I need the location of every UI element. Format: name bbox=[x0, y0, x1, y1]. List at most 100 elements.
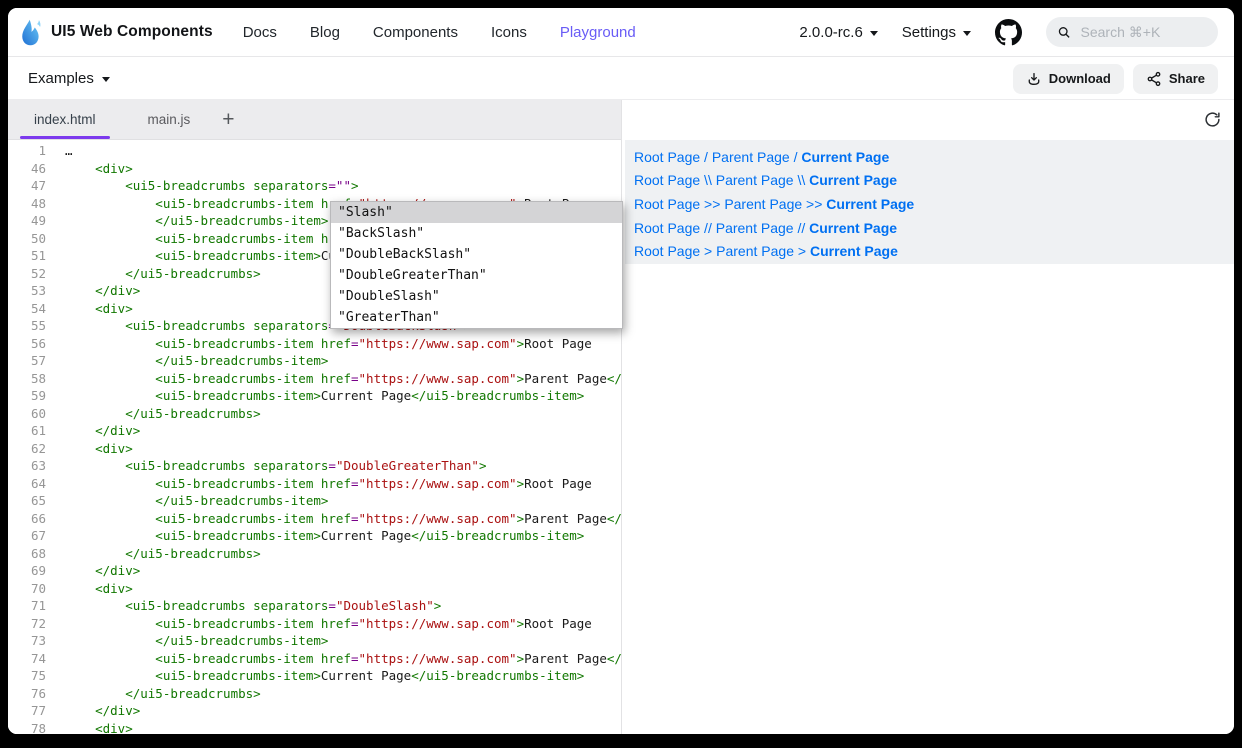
line-number: 56 bbox=[8, 335, 53, 353]
examples-dropdown[interactable]: Examples bbox=[28, 70, 110, 87]
autocomplete-item[interactable]: "Slash" bbox=[331, 202, 622, 223]
code-line[interactable]: 56 <ui5-breadcrumbs-item href="https://w… bbox=[8, 335, 621, 353]
autocomplete-item[interactable]: "GreaterThan" bbox=[331, 307, 622, 328]
autocomplete-item[interactable]: "BackSlash" bbox=[331, 223, 622, 244]
chevron-down-icon bbox=[870, 31, 878, 36]
line-number: 77 bbox=[8, 702, 53, 720]
line-content: <ui5-breadcrumbs-item>Current Page</ui5-… bbox=[53, 667, 584, 685]
code-line[interactable]: 47 <ui5-breadcrumbs separators=""> bbox=[8, 177, 621, 195]
line-content: <ui5-breadcrumbs-item href="https://www.… bbox=[53, 370, 621, 388]
breadcrumb-link[interactable]: Root Page bbox=[634, 243, 700, 259]
autocomplete-item[interactable]: "DoubleBackSlash" bbox=[331, 244, 622, 265]
code-line[interactable]: 75 <ui5-breadcrumbs-item>Current Page</u… bbox=[8, 667, 621, 685]
breadcrumb-link[interactable]: Root Page bbox=[634, 149, 700, 165]
nav-playground[interactable]: Playground bbox=[560, 24, 636, 41]
code-line[interactable]: 77 </div> bbox=[8, 702, 621, 720]
nav-components[interactable]: Components bbox=[373, 24, 458, 41]
line-number: 52 bbox=[8, 265, 53, 283]
code-line[interactable]: 66 <ui5-breadcrumbs-item href="https://w… bbox=[8, 510, 621, 528]
line-number: 48 bbox=[8, 195, 53, 213]
code-line[interactable]: 78 <div> bbox=[8, 720, 621, 735]
line-content: <ui5-breadcrumbs-item href="https://www.… bbox=[53, 650, 621, 668]
breadcrumb-separator: \\ bbox=[794, 172, 810, 188]
nav-icons[interactable]: Icons bbox=[491, 24, 527, 41]
code-line[interactable]: 72 <ui5-breadcrumbs-item href="https://w… bbox=[8, 615, 621, 633]
breadcrumb-link[interactable]: Parent Page bbox=[712, 149, 790, 165]
code-line[interactable]: 63 <ui5-breadcrumbs separators="DoubleGr… bbox=[8, 457, 621, 475]
autocomplete-item[interactable]: "DoubleGreaterThan" bbox=[331, 265, 622, 286]
editor-tabbar: index.html main.js + bbox=[8, 100, 621, 140]
refresh-icon[interactable] bbox=[1204, 111, 1221, 128]
share-label: Share bbox=[1169, 71, 1205, 86]
code-line[interactable]: 65 </ui5-breadcrumbs-item> bbox=[8, 492, 621, 510]
code-line[interactable]: 64 <ui5-breadcrumbs-item href="https://w… bbox=[8, 475, 621, 493]
line-content: <ui5-breadcrumbs separators=""> bbox=[53, 177, 359, 195]
code-line[interactable]: 61 </div> bbox=[8, 422, 621, 440]
code-line[interactable]: 71 <ui5-breadcrumbs separators="DoubleSl… bbox=[8, 597, 621, 615]
line-content: <ui5-breadcrumbs-item href="https://www.… bbox=[53, 335, 592, 353]
settings-dropdown[interactable]: Settings bbox=[902, 24, 971, 41]
search-box[interactable] bbox=[1046, 17, 1218, 47]
autocomplete-item[interactable]: "DoubleSlash" bbox=[331, 286, 622, 307]
top-navbar: UI5 Web Components Docs Blog Components … bbox=[8, 8, 1234, 57]
breadcrumb-link[interactable]: Parent Page bbox=[716, 220, 794, 236]
line-content: </ui5-breadcrumbs> bbox=[53, 405, 261, 423]
code-line[interactable]: 69 </div> bbox=[8, 562, 621, 580]
main-nav: Docs Blog Components Icons Playground bbox=[243, 24, 636, 41]
breadcrumb-separator: >> bbox=[700, 196, 724, 212]
breadcrumb-link[interactable]: Root Page bbox=[634, 172, 700, 188]
app-window: UI5 Web Components Docs Blog Components … bbox=[8, 8, 1234, 734]
download-button[interactable]: Download bbox=[1013, 64, 1124, 94]
autocomplete-popup: "Slash""BackSlash""DoubleBackSlash""Doub… bbox=[330, 201, 623, 329]
breadcrumb-separator: / bbox=[790, 149, 802, 165]
code-line[interactable]: 59 <ui5-breadcrumbs-item>Current Page</u… bbox=[8, 387, 621, 405]
settings-label: Settings bbox=[902, 24, 956, 41]
code-line[interactable]: 67 <ui5-breadcrumbs-item>Current Page</u… bbox=[8, 527, 621, 545]
nav-blog[interactable]: Blog bbox=[310, 24, 340, 41]
code-line[interactable]: 60 </ui5-breadcrumbs> bbox=[8, 405, 621, 423]
code-line[interactable]: 57 </ui5-breadcrumbs-item> bbox=[8, 352, 621, 370]
examples-label: Examples bbox=[28, 70, 94, 87]
code-line[interactable]: 1… bbox=[8, 142, 621, 160]
line-content: </ui5-breadcrumbs-item> bbox=[53, 352, 328, 370]
code-line[interactable]: 46 <div> bbox=[8, 160, 621, 178]
plus-icon: + bbox=[222, 108, 234, 132]
line-content: </div> bbox=[53, 702, 140, 720]
download-label: Download bbox=[1049, 71, 1111, 86]
code-line[interactable]: 62 <div> bbox=[8, 440, 621, 458]
brand[interactable]: UI5 Web Components bbox=[20, 19, 213, 46]
line-content: </ui5-breadcrumbs> bbox=[53, 685, 261, 703]
search-input[interactable] bbox=[1079, 23, 1206, 41]
tab-index-html[interactable]: index.html bbox=[8, 100, 122, 139]
breadcrumb-row: Root Page >> Parent Page >> Current Page bbox=[634, 192, 1234, 216]
version-dropdown[interactable]: 2.0.0-rc.6 bbox=[799, 24, 877, 41]
tab-main-js[interactable]: main.js bbox=[122, 100, 217, 139]
breadcrumb-link[interactable]: Parent Page bbox=[716, 243, 794, 259]
line-number: 63 bbox=[8, 457, 53, 475]
new-tab-button[interactable]: + bbox=[216, 100, 240, 139]
breadcrumb-current: Current Page bbox=[826, 196, 914, 212]
code-line[interactable]: 74 <ui5-breadcrumbs-item href="https://w… bbox=[8, 650, 621, 668]
line-content: <ui5-breadcrumbs-item>Current Page</ui5-… bbox=[53, 527, 584, 545]
line-content: <div> bbox=[53, 720, 133, 735]
code-line[interactable]: 73 </ui5-breadcrumbs-item> bbox=[8, 632, 621, 650]
breadcrumb-link[interactable]: Parent Page bbox=[724, 196, 802, 212]
breadcrumb-link[interactable]: Root Page bbox=[634, 220, 700, 236]
line-number: 66 bbox=[8, 510, 53, 528]
ui5-flame-logo-icon bbox=[20, 19, 43, 46]
share-button[interactable]: Share bbox=[1133, 64, 1218, 94]
breadcrumb-link[interactable]: Parent Page bbox=[716, 172, 794, 188]
code-line[interactable]: 70 <div> bbox=[8, 580, 621, 598]
code-line[interactable]: 76 </ui5-breadcrumbs> bbox=[8, 685, 621, 703]
share-icon bbox=[1146, 71, 1162, 87]
breadcrumb-link[interactable]: Root Page bbox=[634, 196, 700, 212]
breadcrumb-separator: > bbox=[700, 243, 716, 259]
breadcrumb-row: Root Page > Parent Page > Current Page bbox=[634, 239, 1234, 263]
line-number: 58 bbox=[8, 370, 53, 388]
line-number: 69 bbox=[8, 562, 53, 580]
code-line[interactable]: 68 </ui5-breadcrumbs> bbox=[8, 545, 621, 563]
nav-docs[interactable]: Docs bbox=[243, 24, 277, 41]
github-icon[interactable] bbox=[995, 19, 1022, 46]
line-content: <ui5-breadcrumbs separators="DoubleGreat… bbox=[53, 457, 486, 475]
code-line[interactable]: 58 <ui5-breadcrumbs-item href="https://w… bbox=[8, 370, 621, 388]
